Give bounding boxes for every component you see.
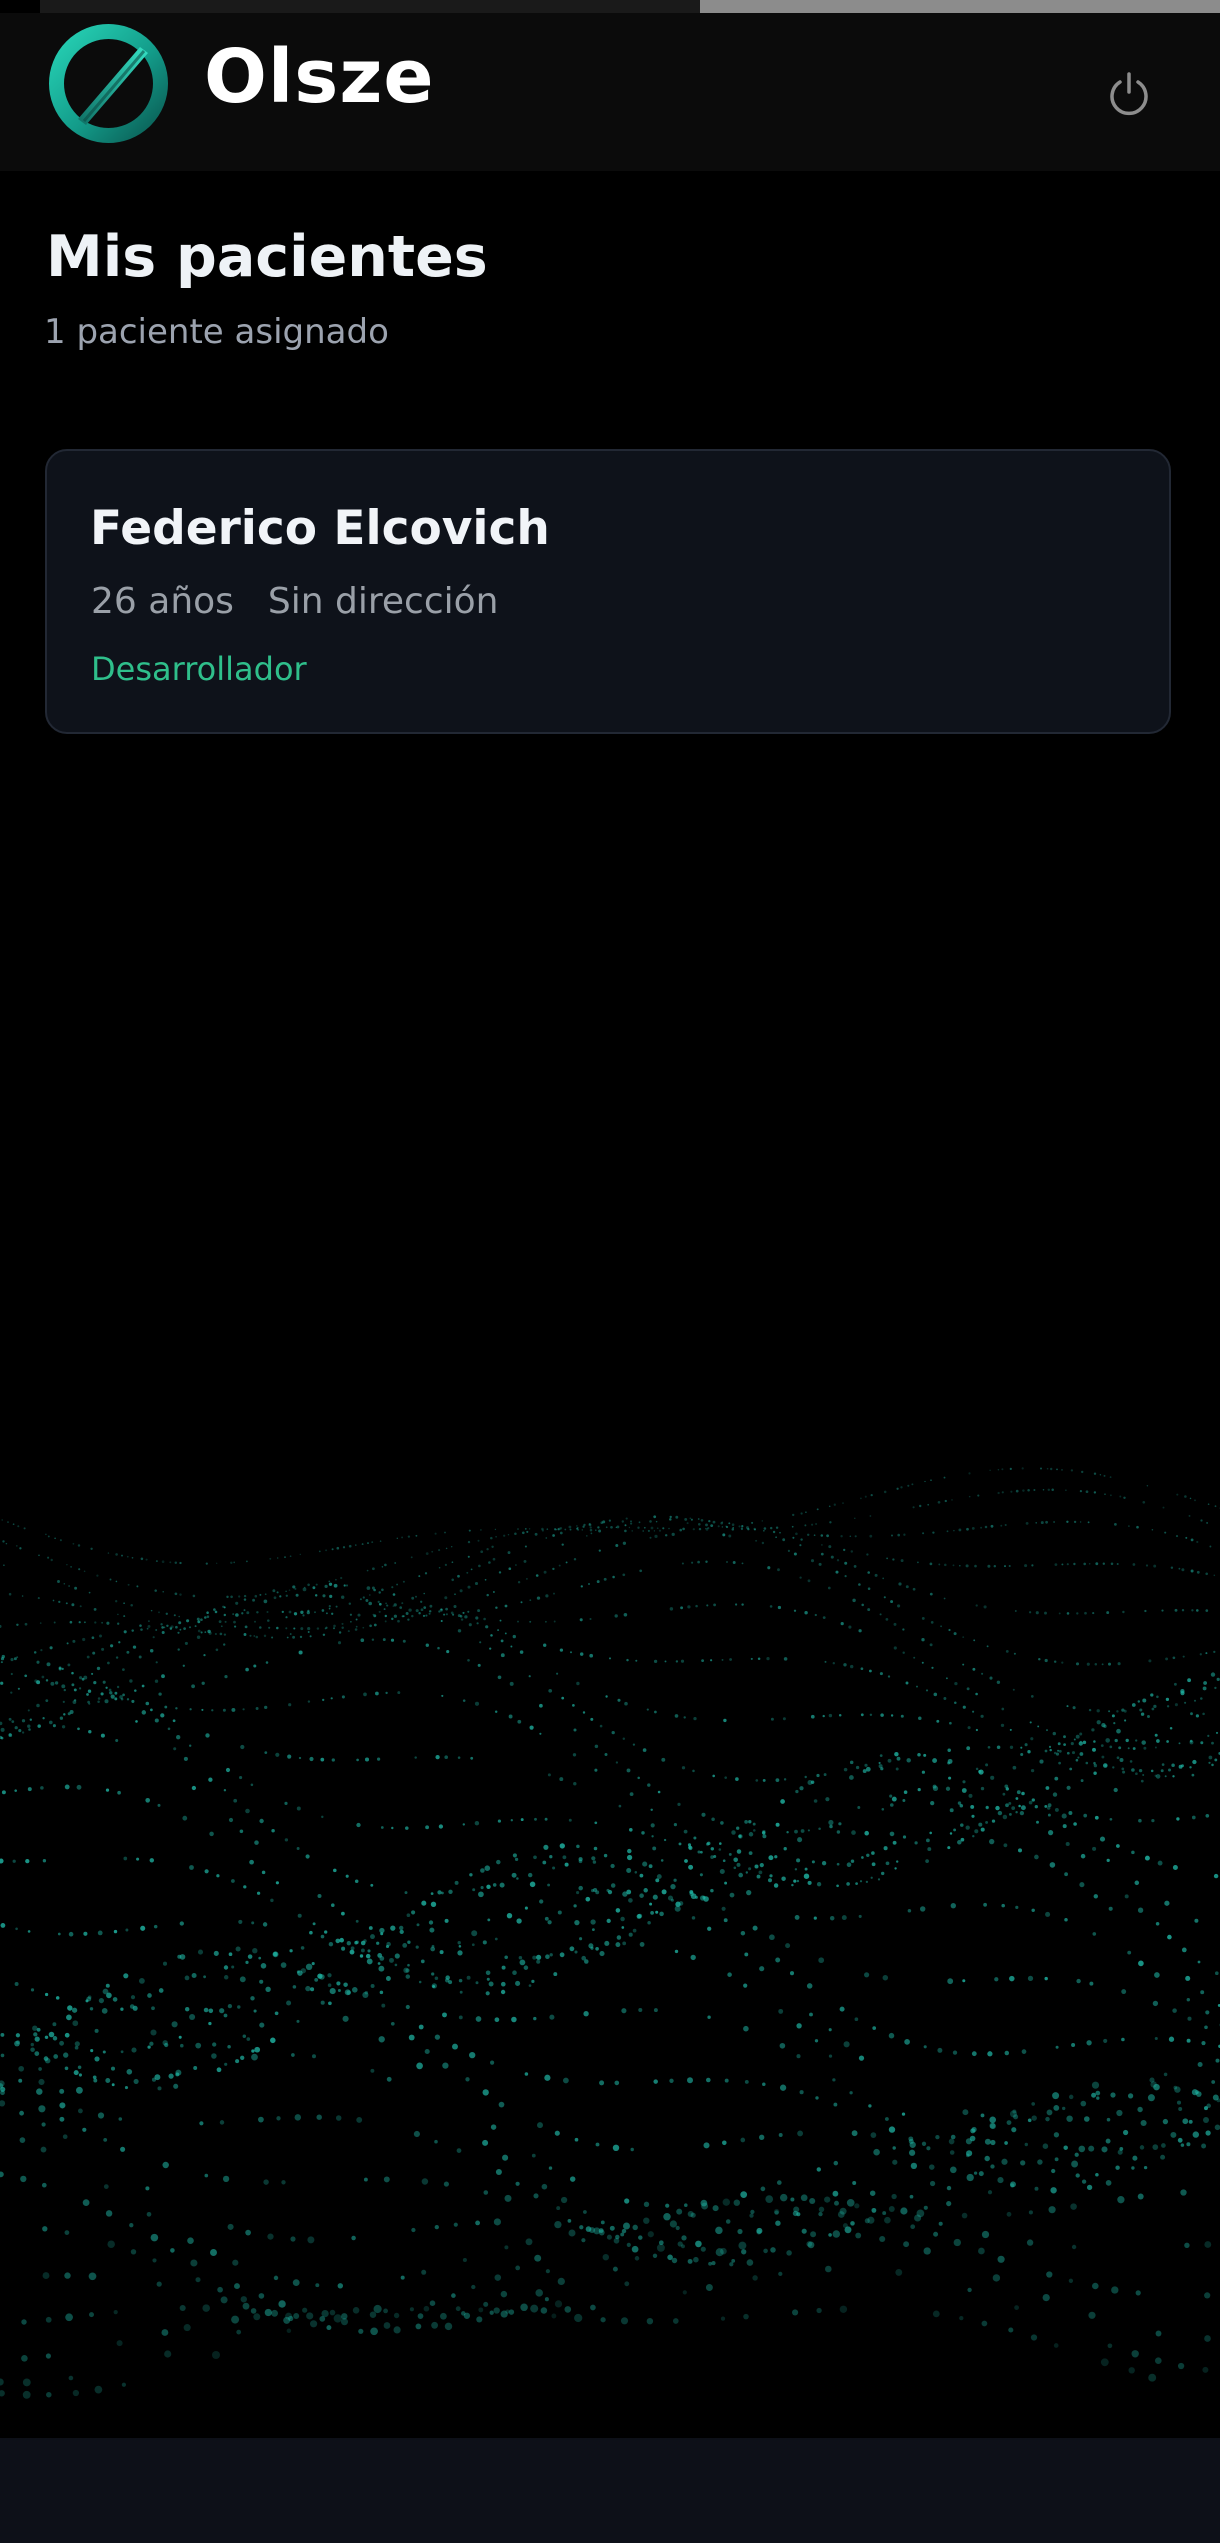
patient-age: 26 años (91, 581, 234, 622)
app-header: Olsze (0, 13, 1220, 171)
app-brand-name: Olsze (204, 34, 435, 120)
app-screen: Olsze Mis pacientes 1 paciente asignado … (0, 0, 1220, 2543)
status-strip-right (700, 0, 1220, 13)
patient-count: 1 paciente asignado (44, 312, 389, 352)
patient-meta: 26 años Sin dirección (91, 577, 498, 627)
page-title: Mis pacientes (46, 224, 488, 290)
bottom-bar (0, 2438, 1220, 2543)
particle-wave-background (0, 1467, 1220, 2399)
patient-address: Sin dirección (267, 581, 499, 622)
status-strip-left (40, 0, 700, 13)
patient-name: Federico Elcovich (90, 501, 550, 556)
patient-role: Desarrollador (91, 650, 307, 688)
power-icon[interactable] (1104, 68, 1154, 118)
patient-card[interactable]: Federico Elcovich 26 años Sin dirección D… (45, 449, 1171, 734)
olsze-logo-icon (49, 24, 168, 143)
